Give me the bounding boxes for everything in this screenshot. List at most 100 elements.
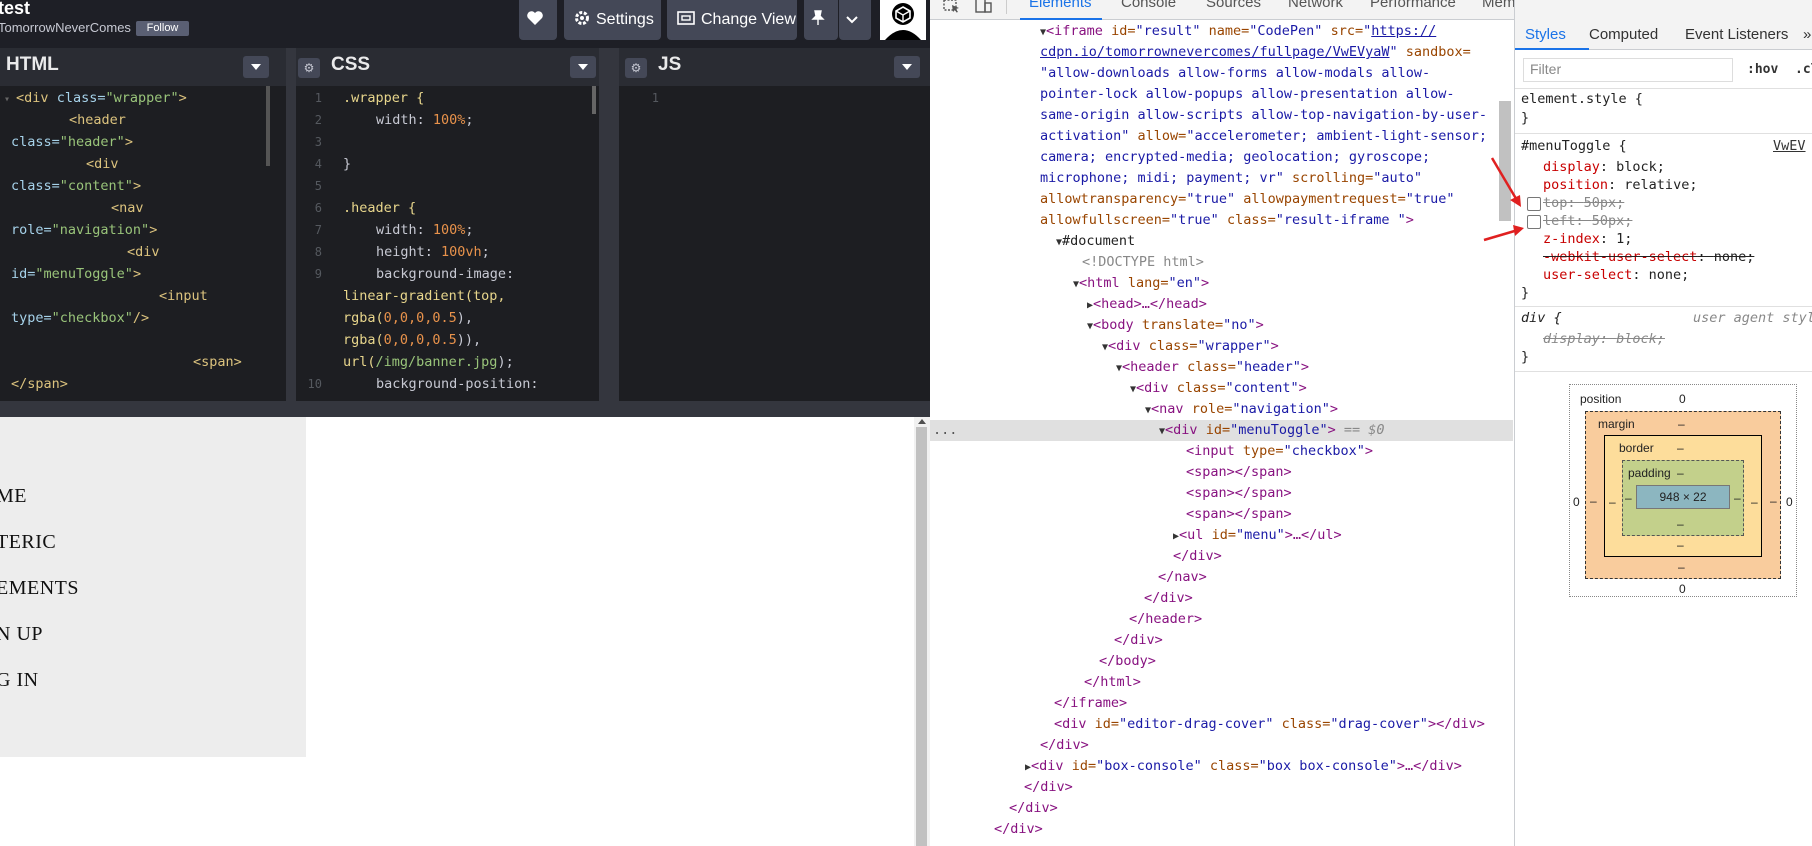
menu-item[interactable]: G IN: [0, 669, 39, 692]
elements-dom-tree[interactable]: ▼<iframe id="result" name="CodePen" src=…: [930, 21, 1513, 846]
inspect-element-icon[interactable]: [943, 0, 961, 17]
html-editor-menu-button[interactable]: [243, 56, 269, 78]
css-code[interactable]: 1 2 3 4 5 6 7 8 9 10 .wrapper { width: 1…: [296, 86, 599, 401]
js-editor[interactable]: ⚙ JS 1: [619, 48, 930, 401]
pen-title[interactable]: test: [0, 0, 30, 19]
dom-node-selected[interactable]: ... ▼<div id="menuToggle"> == $0: [930, 420, 1513, 441]
dom-node[interactable]: ▶<head>…</head>: [1087, 294, 1207, 315]
css-editor[interactable]: ⚙ CSS 1 2 3 4 5 6 7 8 9 10 .wrapper { wi…: [296, 48, 599, 401]
padding-left-value: –: [1625, 491, 1632, 505]
css-settings-gear-icon[interactable]: ⚙: [298, 58, 320, 78]
dom-node[interactable]: ▼<div class="content">: [1130, 378, 1307, 399]
menu-item[interactable]: TERIC: [0, 531, 56, 554]
editor-preview-divider[interactable]: [0, 401, 930, 417]
css-editor-scrollbar[interactable]: [592, 86, 596, 114]
style-declaration[interactable]: z-index: 1;: [1543, 230, 1632, 248]
html-editor-scrollbar[interactable]: [266, 86, 270, 166]
dom-node[interactable]: <!DOCTYPE html>: [1082, 252, 1204, 273]
style-declaration[interactable]: display: block;: [1543, 158, 1665, 176]
editor-resizer[interactable]: [599, 48, 619, 401]
class-toggle[interactable]: .cl: [1795, 62, 1812, 77]
rule-source-link[interactable]: VwEV: [1773, 137, 1806, 155]
html-code[interactable]: ▾ <div class="wrapper"> <header class="h…: [0, 86, 286, 401]
tab-performance[interactable]: Performance: [1370, 0, 1456, 11]
dom-node[interactable]: ▼<header class="header">: [1116, 357, 1309, 378]
dom-node[interactable]: ▼<iframe id="result" name="CodePen" src=…: [1040, 21, 1436, 42]
scroll-up-icon[interactable]: [918, 419, 926, 424]
dom-node[interactable]: </div>: [994, 819, 1043, 840]
dom-node[interactable]: ▶<div id="box-console" class="box box-co…: [1025, 756, 1462, 777]
css-editor-menu-button[interactable]: [570, 56, 596, 78]
dom-node[interactable]: ▼<nav role="navigation">: [1145, 399, 1338, 420]
styles-filter-input[interactable]: Filter: [1523, 58, 1733, 82]
dom-node[interactable]: </html>: [1084, 672, 1141, 693]
dom-node[interactable]: </iframe>: [1054, 693, 1127, 714]
code-line: <div: [86, 156, 119, 172]
style-declaration-disabled[interactable]: left: 50px;: [1543, 212, 1632, 230]
dom-node[interactable]: ▼<body translate="no">: [1087, 315, 1264, 336]
html-editor[interactable]: HTML ▾ <div class="wrapper"> <header cla…: [0, 48, 286, 401]
style-declaration[interactable]: position: relative;: [1543, 176, 1697, 194]
settings-label: Settings: [596, 11, 654, 28]
box-model-margin[interactable]: margin – – – – border – – – – padding – …: [1585, 411, 1781, 579]
style-declaration-overridden[interactable]: -webkit-user-select: none;: [1543, 248, 1754, 266]
hover-state-toggle[interactable]: :hov: [1747, 62, 1778, 77]
change-view-button[interactable]: Change View: [667, 0, 797, 40]
tab-styles[interactable]: Styles: [1525, 26, 1566, 43]
more-tabs-button[interactable]: »: [1803, 26, 1811, 43]
pen-author[interactable]: TomorrowNeverComes: [0, 20, 131, 35]
follow-button[interactable]: Follow: [136, 21, 189, 36]
js-code[interactable]: 1: [619, 86, 930, 401]
dom-node[interactable]: </header>: [1129, 609, 1202, 630]
dom-node[interactable]: ▼<html lang="en">: [1073, 273, 1209, 294]
menu-item[interactable]: EMENTS: [0, 577, 79, 600]
node-actions-icon[interactable]: ...: [933, 420, 957, 441]
editor-resizer[interactable]: [286, 48, 296, 401]
dom-node[interactable]: <div id="editor-drag-cover" class="drag-…: [1054, 714, 1485, 735]
pin-button[interactable]: [804, 0, 838, 40]
dom-node[interactable]: ▶<ul id="menu">…</ul>: [1173, 525, 1342, 546]
dom-node[interactable]: </nav>: [1158, 567, 1207, 588]
dom-node[interactable]: </div>: [1040, 735, 1089, 756]
tab-event-listeners[interactable]: Event Listeners: [1685, 26, 1788, 43]
tab-elements[interactable]: Elements: [1029, 0, 1092, 11]
box-model-border[interactable]: border – – – – padding – – – – 948 × 22: [1604, 435, 1762, 557]
preview-scrollbar[interactable]: [914, 417, 930, 846]
dom-node[interactable]: </div>: [1144, 588, 1193, 609]
js-settings-gear-icon[interactable]: ⚙: [625, 58, 647, 78]
dom-node[interactable]: ▼<div class="wrapper">: [1102, 336, 1279, 357]
dom-node[interactable]: </div>: [1024, 777, 1073, 798]
avatar[interactable]: [880, 0, 926, 40]
ua-rule-selector[interactable]: div {: [1521, 309, 1562, 327]
dom-node[interactable]: <span></span>: [1186, 483, 1292, 504]
dom-node[interactable]: </div>: [1009, 798, 1058, 819]
tab-console[interactable]: Console: [1121, 0, 1176, 11]
dom-node[interactable]: <input type="checkbox">: [1186, 441, 1373, 462]
tab-sources[interactable]: Sources: [1206, 0, 1261, 11]
js-editor-menu-button[interactable]: [894, 56, 920, 78]
settings-button[interactable]: Settings: [564, 0, 661, 40]
src-link[interactable]: https://: [1371, 23, 1436, 39]
box-model-position[interactable]: position 0 0 0 0 margin – – – – border –…: [1569, 384, 1797, 597]
box-model-content[interactable]: 948 × 22: [1636, 485, 1730, 509]
tab-network[interactable]: Network: [1288, 0, 1343, 11]
dom-node[interactable]: <span></span>: [1186, 462, 1292, 483]
style-declaration[interactable]: user-select: none;: [1543, 266, 1689, 284]
like-button[interactable]: [519, 0, 557, 40]
dom-node[interactable]: </div>: [1114, 630, 1163, 651]
menu-item[interactable]: ME: [0, 485, 27, 508]
dom-node[interactable]: <span></span>: [1186, 504, 1292, 525]
pin-menu-button[interactable]: [839, 0, 871, 40]
rule-selector[interactable]: #menuToggle {: [1521, 137, 1627, 155]
dom-node[interactable]: ▼#document: [1056, 231, 1135, 252]
src-link[interactable]: cdpn.io/tomorrownevercomes/fullpage/VwEV…: [1040, 44, 1390, 60]
element-style-selector[interactable]: element.style {: [1521, 90, 1643, 108]
menu-item[interactable]: N UP: [0, 623, 43, 646]
device-toolbar-icon[interactable]: [975, 0, 993, 17]
tab-computed[interactable]: Computed: [1589, 26, 1658, 43]
scrollbar-thumb[interactable]: [916, 427, 927, 846]
style-declaration-disabled[interactable]: top: 50px;: [1543, 194, 1624, 212]
box-model-padding[interactable]: padding – – – – 948 × 22: [1622, 460, 1744, 536]
dom-node[interactable]: </div>: [1173, 546, 1222, 567]
dom-node[interactable]: </body>: [1099, 651, 1156, 672]
